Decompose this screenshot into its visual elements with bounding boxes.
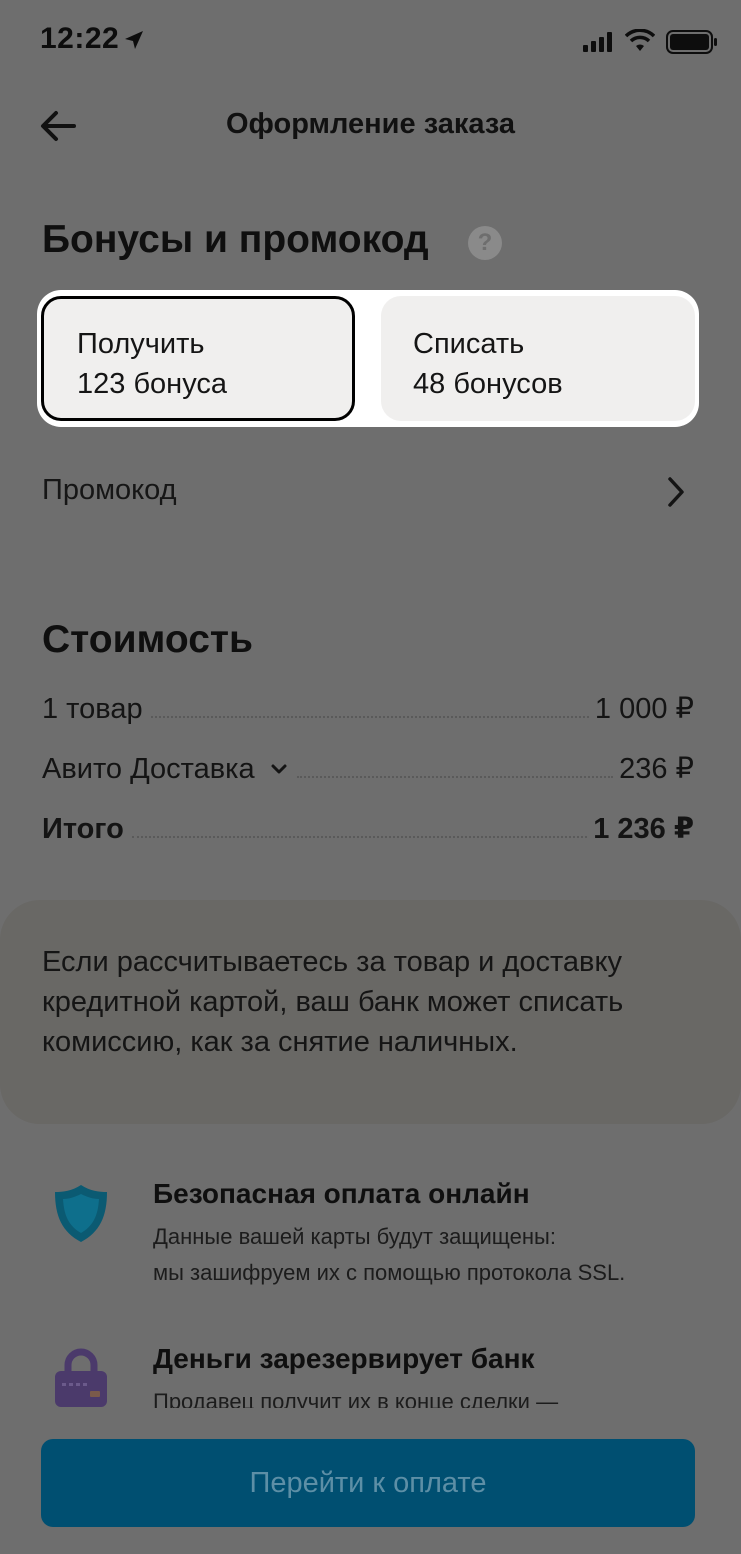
total-label: Итого	[42, 813, 124, 845]
notice-line: комиссию, как за снятие наличных.	[42, 1026, 518, 1058]
shield-icon	[55, 1185, 107, 1242]
bonuses-section-title: Бонусы и промокод	[42, 218, 429, 261]
promo-code-label: Промокод	[42, 474, 177, 506]
status-bar: 12:22	[0, 0, 741, 84]
feature-title: Безопасная оплата онлайн	[153, 1178, 530, 1209]
receive-bonuses-option[interactable]: Получить 123 бонуса	[41, 296, 355, 421]
chevron-down-icon[interactable]	[269, 762, 289, 776]
lock-icon	[55, 1348, 107, 1407]
cost-section-title: Стоимость	[42, 618, 253, 661]
cellular-signal-icon	[583, 32, 612, 52]
promo-code-row[interactable]: Промокод	[42, 462, 692, 522]
total-value: 1 236 ₽	[593, 813, 694, 845]
wifi-icon	[625, 29, 655, 51]
spend-bonuses-label: Списать	[413, 328, 525, 360]
price-row-delivery[interactable]: Авито Доставка 236 ₽	[42, 746, 694, 786]
help-icon[interactable]: ?	[468, 226, 502, 260]
notice-text: Если рассчитываетесь за товар и доставку…	[42, 942, 702, 1062]
feature-description-line: Данные вашей карты будут защищены:	[153, 1224, 556, 1249]
dotted-leader	[150, 715, 589, 718]
dotted-leader	[131, 835, 588, 838]
dotted-leader	[296, 775, 614, 778]
receive-bonuses-label: Получить	[77, 328, 205, 360]
price-row-total: Итого 1 236 ₽	[42, 806, 694, 846]
receive-bonuses-amount: 123 бонуса	[77, 368, 227, 400]
price-row-value: 1 000 ₽	[594, 693, 694, 725]
page-title: Оформление заказа	[225, 108, 516, 140]
price-row-value: 236 ₽	[619, 753, 694, 785]
price-row-label: 1 товар	[42, 693, 143, 725]
battery-icon	[666, 30, 717, 54]
price-row-label: Авито Доставка	[42, 753, 255, 785]
bonus-selector: Получить 123 бонуса Списать 48 бонусов	[37, 290, 699, 427]
credit-card-notice: Если рассчитываетесь за товар и доставку…	[0, 900, 741, 1124]
feature-title: Деньги зарезервирует банк	[153, 1343, 535, 1374]
proceed-to-payment-button[interactable]: Перейти к оплате	[41, 1439, 695, 1527]
spend-bonuses-amount: 48 бонусов	[413, 368, 563, 400]
location-arrow-icon	[125, 31, 143, 49]
notice-line: кредитной картой, ваш банк может списать	[42, 986, 624, 1018]
chevron-right-icon	[668, 477, 684, 507]
feature-description-line: мы зашифруем их с помощью протокола SSL.	[153, 1260, 626, 1285]
status-time: 12:22	[40, 22, 120, 55]
spend-bonuses-option[interactable]: Списать 48 бонусов	[381, 296, 695, 421]
notice-line: Если рассчитываетесь за товар и доставку	[42, 946, 622, 978]
nav-bar: Оформление заказа	[0, 90, 741, 162]
price-row-item: 1 товар 1 000 ₽	[42, 686, 694, 726]
